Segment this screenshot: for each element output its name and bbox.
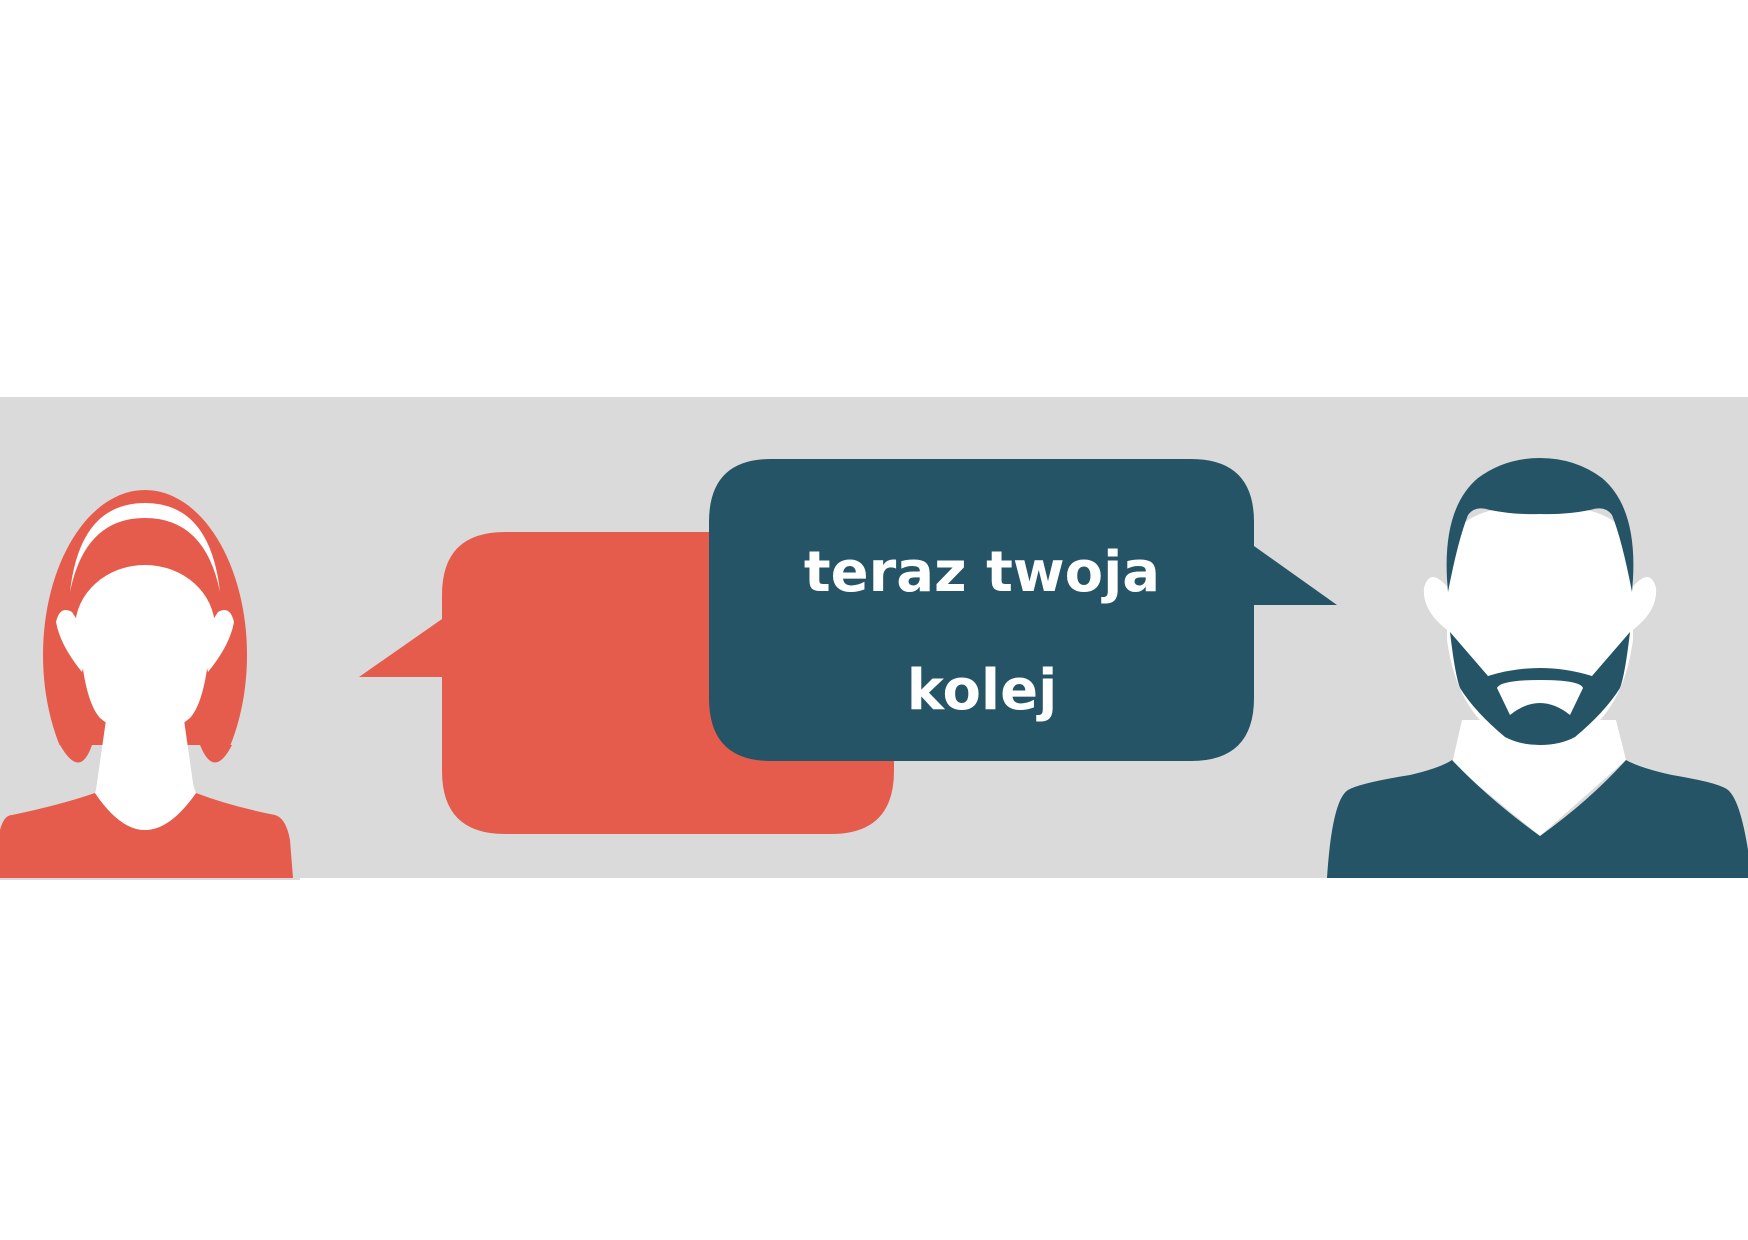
speech-bubble-label: teraz twoja kolej: [803, 539, 1161, 723]
speech-bubble-text: teraz twoja kolej: [709, 505, 1255, 758]
